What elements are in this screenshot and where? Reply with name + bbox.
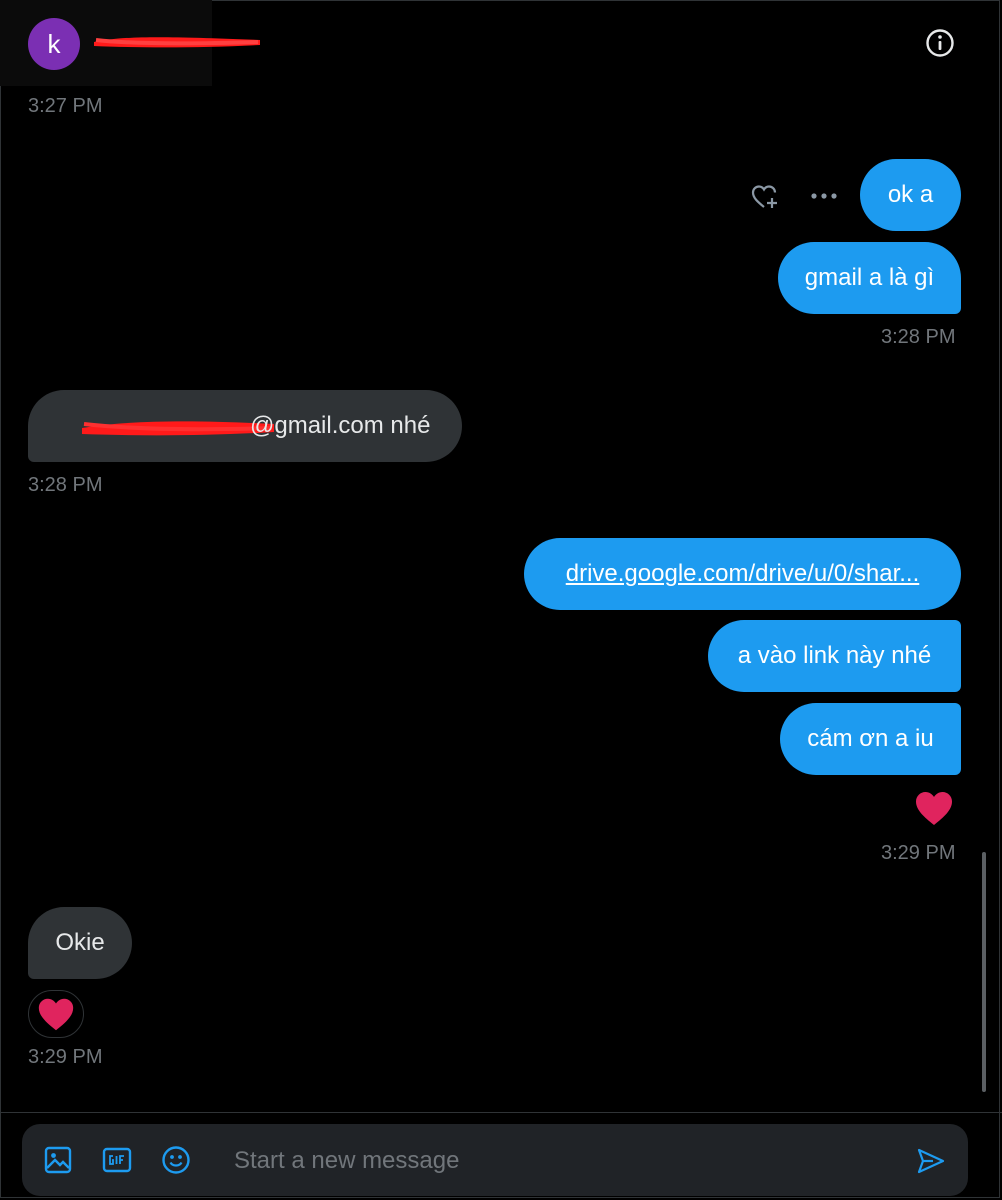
message-timestamp: 3:29 PM xyxy=(881,842,956,864)
message-timestamp: 3:29 PM xyxy=(28,1046,103,1068)
sent-link-bubble[interactable]: drive.google.com/drive/u/0/shar... xyxy=(524,538,961,610)
info-circle-icon xyxy=(926,29,954,57)
message-composer xyxy=(22,1124,968,1196)
avatar[interactable]: k xyxy=(28,18,80,70)
image-icon xyxy=(44,1146,72,1174)
received-message-bubble[interactable]: Okie xyxy=(28,907,132,979)
emoji-button[interactable] xyxy=(160,1144,192,1176)
info-button[interactable] xyxy=(924,27,956,59)
email-suffix-text: @gmail.com nhé xyxy=(250,412,431,439)
sent-message-bubble[interactable]: ok a xyxy=(860,159,961,231)
send-icon xyxy=(917,1148,945,1174)
conversation-header: k xyxy=(0,0,1002,88)
received-reaction-pill[interactable] xyxy=(28,990,84,1038)
sent-message-bubble[interactable]: a vào link này nhé xyxy=(708,620,961,692)
message-timestamp: 3:27 PM xyxy=(28,95,103,117)
emoji-icon xyxy=(162,1146,190,1174)
sent-message-bubble[interactable]: gmail a là gì xyxy=(778,242,961,314)
message-thread[interactable]: 3:27 PM ok a gmail a là gì 3:28 PM @gmai… xyxy=(0,88,1002,1110)
message-input[interactable] xyxy=(232,1140,896,1182)
drive-link[interactable]: drive.google.com/drive/u/0/shar... xyxy=(566,560,920,587)
redacted-username xyxy=(94,37,260,48)
gif-button[interactable] xyxy=(101,1144,133,1176)
redacted-email-scribble xyxy=(82,421,274,436)
received-message-bubble[interactable]: @gmail.com nhé xyxy=(28,390,462,462)
message-timestamp: 3:28 PM xyxy=(28,474,103,496)
send-button[interactable] xyxy=(916,1146,946,1176)
add-reaction-icon[interactable] xyxy=(750,183,782,211)
message-timestamp: 3:28 PM xyxy=(881,326,956,348)
sent-message-bubble[interactable]: cám ơn a iu xyxy=(780,703,961,775)
media-button[interactable] xyxy=(42,1144,74,1176)
heart-reaction-icon xyxy=(38,998,74,1031)
gif-icon xyxy=(102,1147,132,1173)
more-options-icon[interactable] xyxy=(810,191,838,201)
heart-reaction-icon[interactable] xyxy=(912,787,956,831)
composer-divider xyxy=(0,1112,1002,1113)
scrollbar-thumb[interactable] xyxy=(982,852,986,1092)
